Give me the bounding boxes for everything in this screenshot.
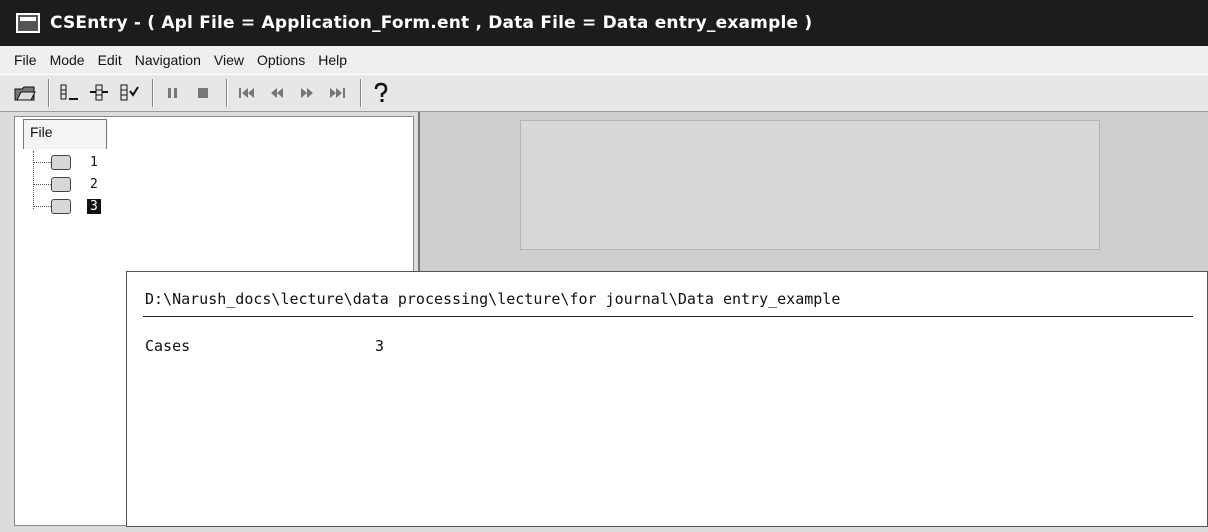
menu-options[interactable]: Options	[257, 52, 305, 68]
menu-view[interactable]: View	[214, 52, 244, 68]
open-icon[interactable]	[12, 80, 38, 106]
cases-label: Cases	[145, 337, 191, 355]
menu-bar: File Mode Edit Navigation View Options H…	[0, 46, 1208, 74]
next-case-icon[interactable]	[294, 80, 320, 106]
tree-node-case-selected[interactable]: 3	[33, 195, 101, 217]
first-case-icon[interactable]	[234, 80, 260, 106]
menu-navigation[interactable]: Navigation	[135, 52, 201, 68]
previous-case-icon[interactable]	[264, 80, 290, 106]
divider	[143, 316, 1193, 317]
window-title: CSEntry - ( Apl File = Application_Form.…	[50, 13, 813, 33]
modify-case-icon[interactable]	[116, 80, 142, 106]
case-label: 3	[87, 198, 101, 214]
insert-case-icon[interactable]	[56, 80, 82, 106]
add-case-icon[interactable]	[86, 80, 112, 106]
case-label: 1	[90, 154, 98, 170]
case-summary-panel: D:\Narush_docs\lecture\data processing\l…	[126, 271, 1208, 527]
title-bar: CSEntry - ( Apl File = Application_Form.…	[0, 0, 1208, 46]
case-node-icon	[51, 154, 71, 170]
tab-file[interactable]: File	[23, 119, 107, 149]
menu-file[interactable]: File	[14, 52, 37, 68]
toolbar-separator	[226, 79, 228, 107]
cases-count: 3	[375, 337, 385, 355]
help-icon[interactable]	[368, 80, 394, 106]
menu-edit[interactable]: Edit	[98, 52, 122, 68]
app-window-icon	[16, 13, 40, 33]
case-node-icon	[51, 198, 71, 214]
toolbar-separator	[48, 79, 50, 107]
menu-help[interactable]: Help	[318, 52, 347, 68]
pause-icon[interactable]	[160, 80, 186, 106]
stop-icon[interactable]	[190, 80, 216, 106]
csentry-window: CSEntry - ( Apl File = Application_Form.…	[0, 0, 1208, 532]
menu-mode[interactable]: Mode	[50, 52, 85, 68]
last-case-icon[interactable]	[324, 80, 350, 106]
case-node-icon	[51, 176, 71, 192]
data-entry-pane	[418, 112, 1208, 272]
case-label: 2	[90, 176, 98, 192]
tree-node-case[interactable]: 2	[33, 173, 101, 195]
toolbar	[0, 74, 1208, 112]
case-tree: 1 2 3	[33, 151, 101, 217]
form-area	[520, 120, 1100, 250]
toolbar-separator	[360, 79, 362, 107]
data-file-path: D:\Narush_docs\lecture\data processing\l…	[145, 290, 841, 308]
toolbar-separator	[152, 79, 154, 107]
tree-node-case[interactable]: 1	[33, 151, 101, 173]
